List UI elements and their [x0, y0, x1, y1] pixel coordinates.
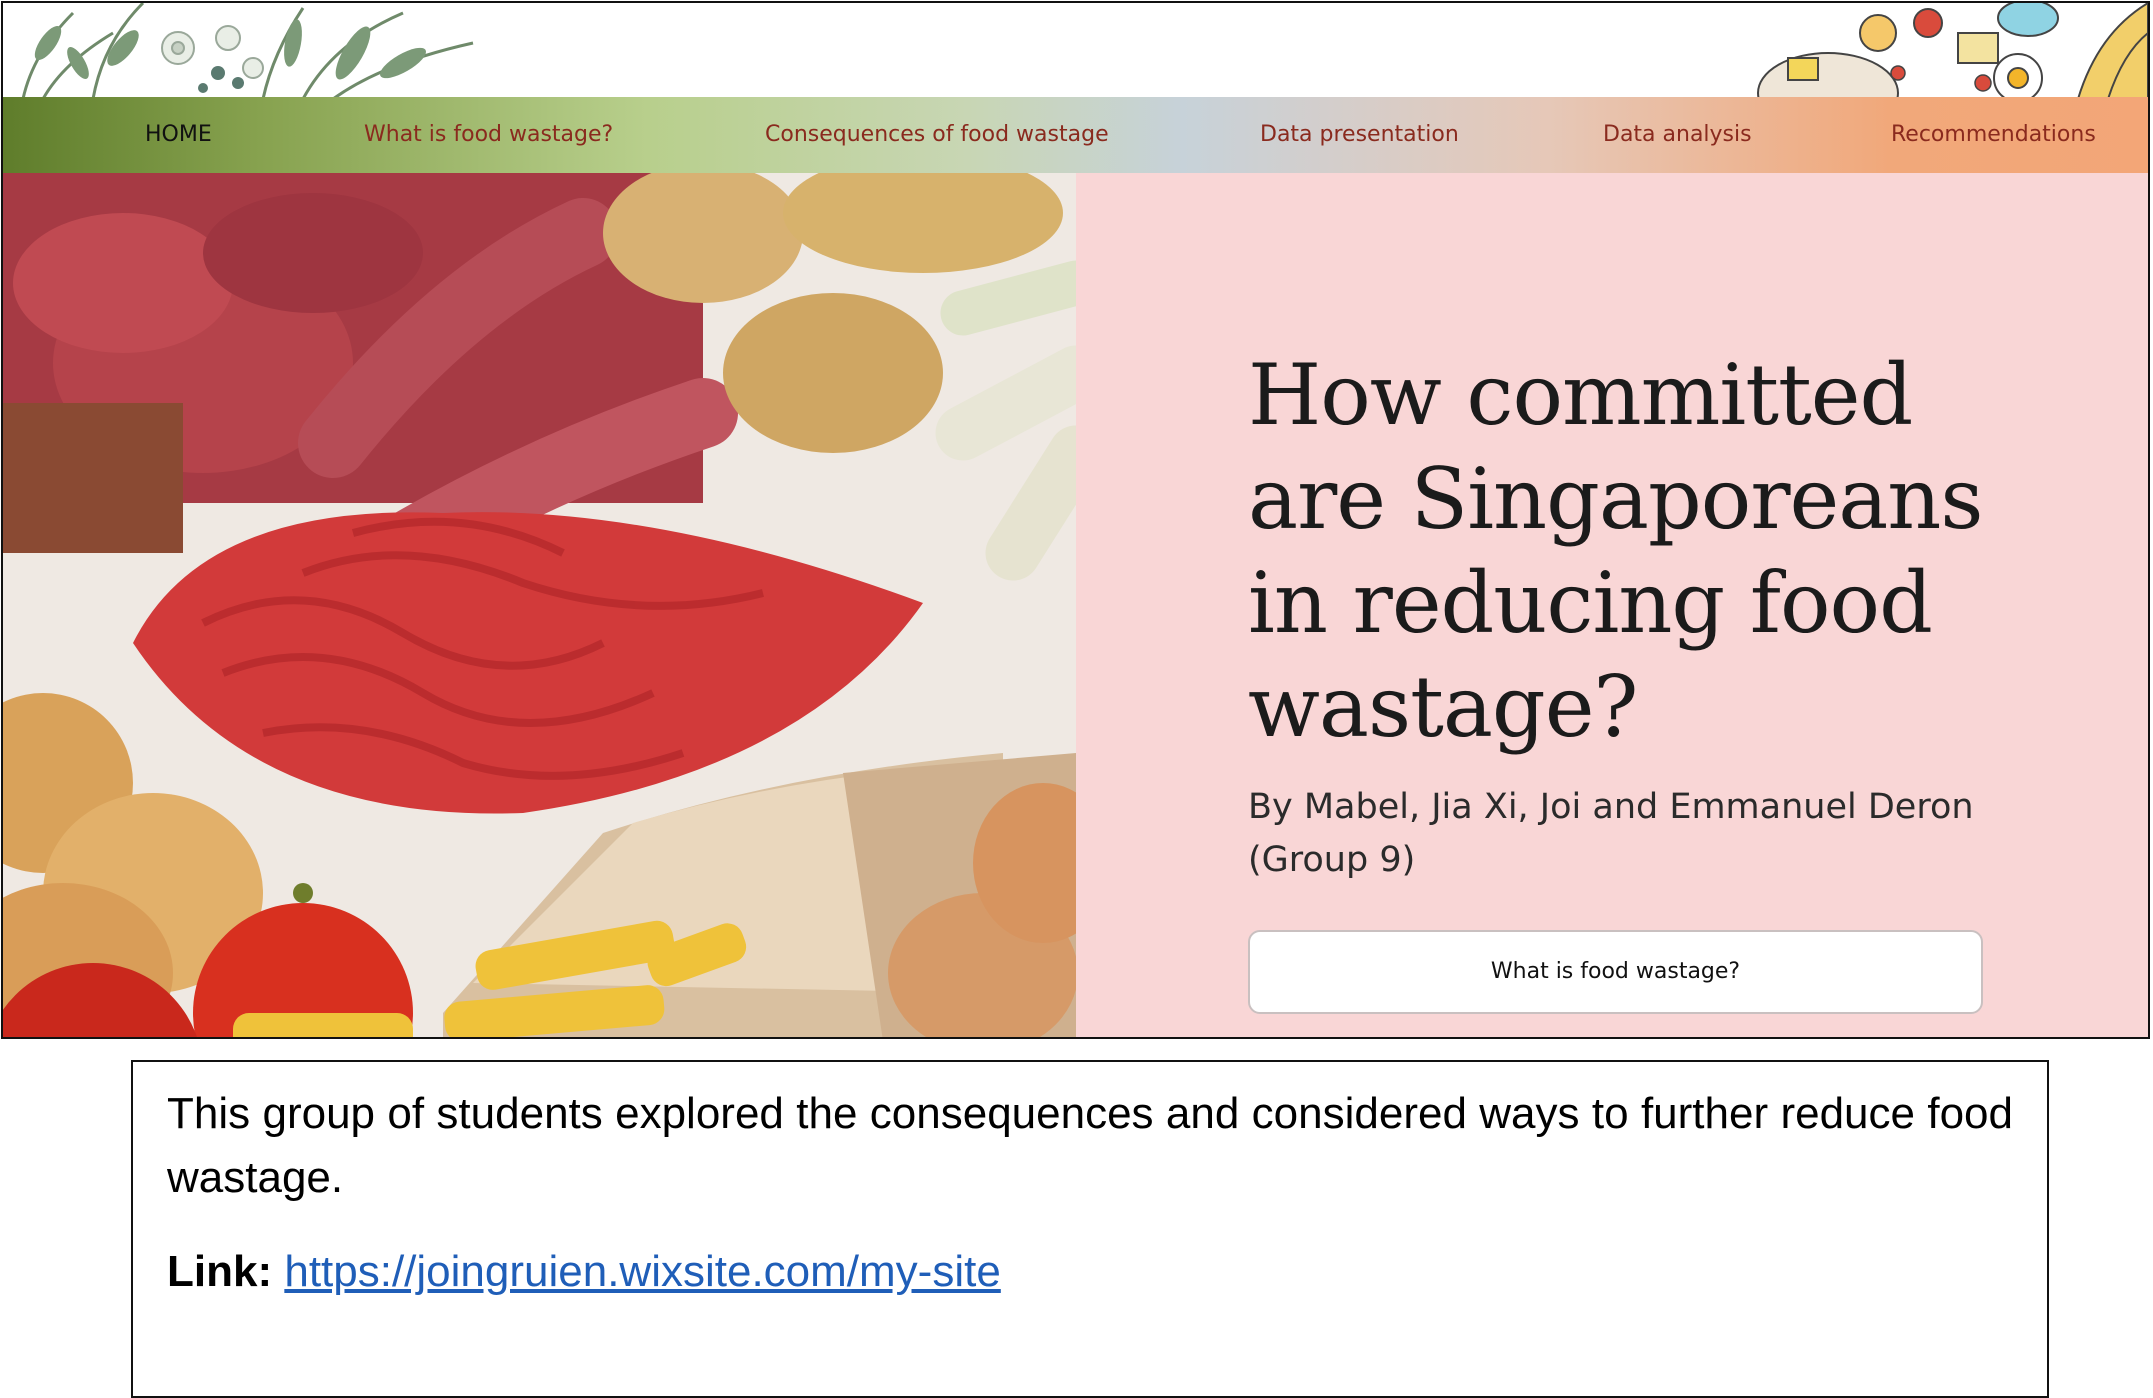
header-decoration [3, 3, 2148, 99]
caption-text: This group of students explored the cons… [167, 1089, 2013, 1202]
hero-title: How committed are Singaporeans in reduci… [1248, 346, 1984, 756]
main-navigation: HOME What is food wastage? Consequences … [3, 97, 2148, 173]
hero-panel: How committed are Singaporeans in reduci… [1076, 173, 2148, 1037]
food-illustration-right [1757, 3, 2148, 99]
nav-consequences[interactable]: Consequences of food wastage [765, 97, 1109, 173]
nav-what-is-food-wastage[interactable]: What is food wastage? [364, 97, 613, 173]
caption-link-row: Link: https://joingruien.wixsite.com/my-… [167, 1240, 2013, 1304]
hero-authors: By Mabel, Jia Xi, Joi and Emmanuel Deron… [1248, 787, 1974, 880]
nav-recommendations[interactable]: Recommendations [1891, 97, 2096, 173]
nav-data-presentation[interactable]: Data presentation [1260, 97, 1459, 173]
what-is-food-wastage-button[interactable]: What is food wastage? [1248, 930, 1983, 1014]
leaf-illustration-left [21, 3, 474, 99]
website-screenshot: HOME What is food wastage? Consequences … [1, 1, 2150, 1039]
nav-home[interactable]: HOME [145, 97, 212, 173]
food-photo-illustration [3, 173, 1076, 1037]
nav-data-analysis[interactable]: Data analysis [1603, 97, 1752, 173]
caption-box: This group of students explored the cons… [131, 1060, 2049, 1398]
food-photo [3, 173, 1076, 1037]
site-link[interactable]: https://joingruien.wixsite.com/my-site [284, 1247, 1000, 1296]
link-label: Link: [167, 1247, 273, 1296]
